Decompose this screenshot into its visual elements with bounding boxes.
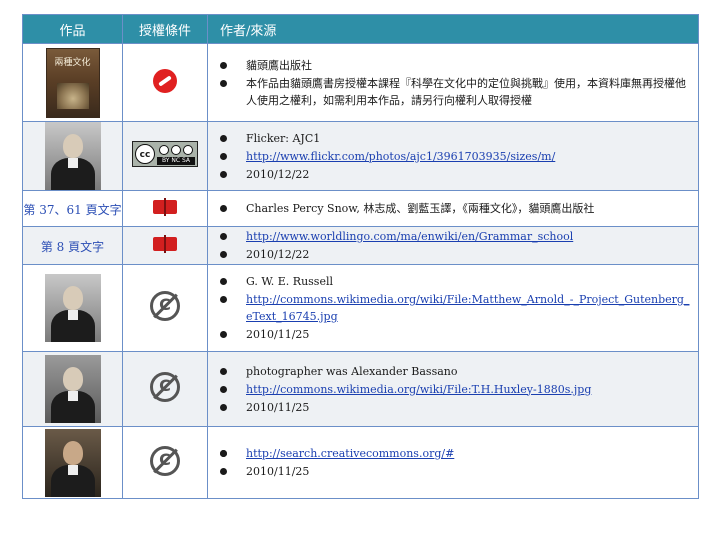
list-item: photographer was Alexander Bassano — [220, 363, 692, 380]
license-cell — [122, 190, 208, 227]
list-item: http://commons.wikimedia.org/wiki/File:T… — [220, 381, 692, 398]
license-cell — [122, 351, 208, 427]
table-row: 第 8 頁文字 http://www.worldlingo.com/ma/enw… — [22, 226, 699, 265]
list-item: 2010/11/25 — [220, 399, 692, 416]
list-item: 2010/11/25 — [220, 326, 692, 343]
portrait-photo — [44, 122, 101, 190]
list-item: http://search.creativecommons.org/# — [220, 445, 692, 462]
source-link[interactable]: http://commons.wikimedia.org/wiki/File:M… — [246, 293, 689, 323]
table-row: photographer was Alexander Bassano http:… — [22, 351, 699, 427]
source-cell: G. W. E. Russell http://commons.wikimedi… — [207, 264, 699, 352]
header-license: 授權條件 — [122, 14, 208, 44]
license-cell: cc BY NC SA — [122, 121, 208, 191]
source-link[interactable]: http://search.creativecommons.org/# — [246, 447, 454, 460]
public-domain-icon — [150, 445, 180, 476]
list-item: 2010/11/25 — [220, 463, 692, 480]
source-cell: photographer was Alexander Bassano http:… — [207, 351, 699, 427]
book-cover-title: 兩種文化 — [54, 57, 91, 68]
work-cell — [22, 351, 123, 427]
table-row: G. W. E. Russell http://commons.wikimedi… — [22, 264, 699, 352]
source-cell: Charles Percy Snow, 林志成、劉藍玉譯，《兩種文化》，貓頭鷹出… — [207, 190, 699, 227]
portrait-photo — [44, 274, 101, 342]
copyright-restricted-icon — [153, 68, 177, 93]
work-cell: 第 8 頁文字 — [22, 226, 123, 265]
work-cell: 兩種文化 — [22, 43, 123, 122]
public-domain-icon — [150, 291, 180, 321]
work-cell — [22, 264, 123, 352]
table-row: 兩種文化 貓頭鷹出版社 本作品由貓頭鷹書房授權本課程『科學在文化中的定位與挑戰』… — [22, 43, 699, 122]
source-link[interactable]: http://www.flickr.com/photos/ajc1/396170… — [246, 150, 555, 163]
list-item: Flicker: AJC1 — [220, 130, 692, 147]
cc-badge-strip: BY NC SA — [157, 157, 195, 165]
source-link[interactable]: http://commons.wikimedia.org/wiki/File:T… — [246, 383, 591, 396]
list-item: 2010/12/22 — [220, 166, 692, 183]
source-cell: http://www.worldlingo.com/ma/enwiki/en/G… — [207, 226, 699, 265]
cc-by-nc-sa-icon: cc BY NC SA — [132, 141, 198, 167]
portrait-photo — [44, 428, 101, 497]
portrait-photo — [44, 355, 101, 423]
work-text-label: 第 8 頁文字 — [40, 240, 105, 254]
list-item: http://commons.wikimedia.org/wiki/File:M… — [220, 291, 692, 325]
license-cell — [122, 264, 208, 352]
license-cell — [122, 43, 208, 122]
license-cell — [122, 426, 208, 499]
source-link[interactable]: http://www.worldlingo.com/ma/enwiki/en/G… — [246, 230, 573, 243]
work-text-label: 第 37、61 頁文字 — [23, 203, 122, 217]
book-cover-image: 兩種文化 — [45, 47, 100, 118]
credits-table: 作品 授權條件 作者/來源 兩種文化 貓頭鷹出版社 本作品由貓頭鷹書房授權本課程… — [22, 14, 699, 499]
list-item: http://www.flickr.com/photos/ajc1/396170… — [220, 148, 692, 165]
list-item: 2010/12/22 — [220, 246, 692, 263]
work-cell — [22, 121, 123, 191]
public-domain-icon — [150, 372, 180, 402]
list-item: http://www.worldlingo.com/ma/enwiki/en/G… — [220, 228, 692, 245]
book-icon — [153, 234, 177, 253]
book-icon — [153, 197, 177, 216]
source-cell: Flicker: AJC1 http://www.flickr.com/phot… — [207, 121, 699, 191]
source-cell: 貓頭鷹出版社 本作品由貓頭鷹書房授權本課程『科學在文化中的定位與挑戰』使用，本資… — [207, 43, 699, 122]
work-cell: 第 37、61 頁文字 — [22, 190, 123, 227]
list-item: 本作品由貓頭鷹書房授權本課程『科學在文化中的定位與挑戰』使用，本資料庫無再授權他… — [220, 75, 692, 109]
table-row: cc BY NC SA Flicker: AJC1 http://www.fli… — [22, 121, 699, 191]
table-row: http://search.creativecommons.org/# 2010… — [22, 426, 699, 499]
source-cell: http://search.creativecommons.org/# 2010… — [207, 426, 699, 499]
work-cell — [22, 426, 123, 499]
list-item: Charles Percy Snow, 林志成、劉藍玉譯，《兩種文化》，貓頭鷹出… — [220, 200, 692, 217]
header-source: 作者/來源 — [207, 14, 699, 44]
license-cell — [122, 226, 208, 265]
header-work: 作品 — [22, 14, 123, 44]
credits-sheet: 作品 授權條件 作者/來源 兩種文化 貓頭鷹出版社 本作品由貓頭鷹書房授權本課程… — [22, 14, 699, 499]
list-item: 貓頭鷹出版社 — [220, 57, 692, 74]
table-header-row: 作品 授權條件 作者/來源 — [22, 14, 699, 44]
table-row: 第 37、61 頁文字 Charles Percy Snow, 林志成、劉藍玉譯… — [22, 190, 699, 227]
list-item: G. W. E. Russell — [220, 273, 692, 290]
